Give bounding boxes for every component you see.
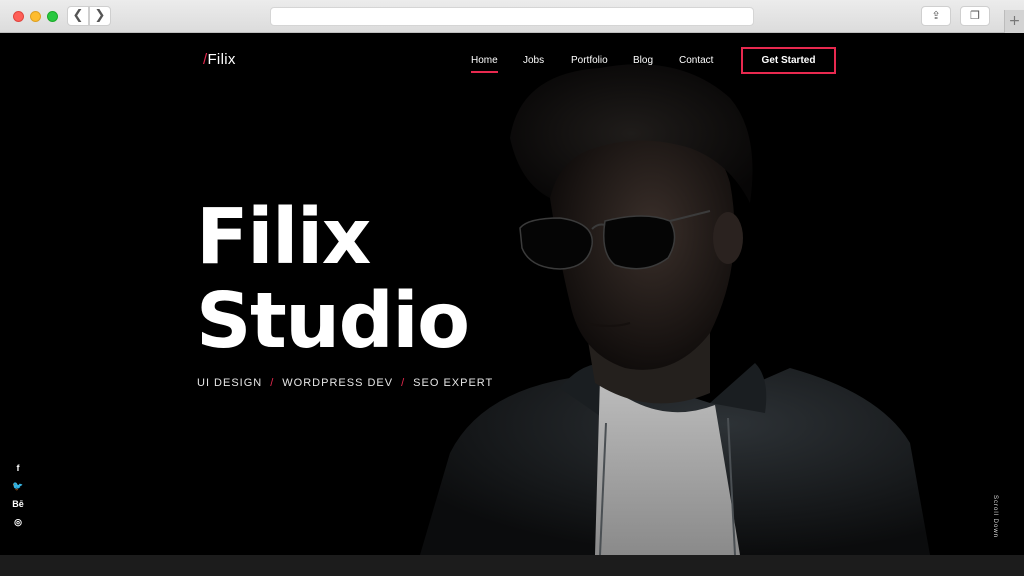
instagram-icon[interactable]: ◎ [12, 517, 24, 528]
tag-separator: / [270, 377, 275, 389]
hero-section: /Filix Home Jobs Portfolio Blog Contact … [0, 33, 1024, 555]
nav-link-home[interactable]: Home [471, 55, 498, 73]
nav-link-jobs[interactable]: Jobs [523, 55, 544, 66]
maximize-window-button[interactable] [47, 11, 58, 22]
tag-separator: / [401, 377, 406, 389]
nav-link-contact[interactable]: Contact [679, 55, 713, 66]
next-section-preview: ​ [0, 555, 1024, 576]
twitter-icon[interactable]: 🐦 [12, 481, 24, 492]
hero-title-line1: Filix [196, 193, 371, 282]
site-logo[interactable]: /Filix [203, 51, 236, 68]
behance-icon[interactable]: Bē [12, 499, 24, 509]
plus-icon: + [1008, 13, 1021, 29]
logo-text: Filix [207, 51, 236, 68]
get-started-button[interactable]: Get Started [741, 47, 836, 74]
chevron-left-icon: ❮ [72, 8, 84, 23]
chevron-right-icon: ❯ [94, 8, 106, 23]
tabs-overview-button[interactable]: ❐ [960, 6, 990, 26]
browser-toolbar: ❮ ❯ ⇪ ❐ + [0, 0, 1024, 33]
service-tag: SEO EXPERT [413, 377, 494, 389]
service-tag: WORDPRESS DEV [282, 377, 394, 389]
nav-link-blog[interactable]: Blog [633, 55, 653, 66]
minimize-window-button[interactable] [30, 11, 41, 22]
back-button[interactable]: ❮ [67, 6, 89, 26]
new-tab-button[interactable]: + [1004, 10, 1024, 33]
close-window-button[interactable] [13, 11, 24, 22]
scroll-down-indicator[interactable]: Scroll Down [992, 495, 998, 538]
nav-link-portfolio[interactable]: Portfolio [571, 55, 608, 66]
share-icon: ⇪ [931, 9, 941, 22]
forward-button[interactable]: ❯ [89, 6, 111, 26]
hero-title-line2: Studio [196, 277, 470, 366]
hero-portrait-image [420, 64, 930, 555]
hero-services: UI DESIGN / WORDPRESS DEV / SEO EXPERT [197, 377, 493, 389]
address-bar[interactable] [270, 7, 754, 26]
tabs-icon: ❐ [970, 9, 980, 22]
share-button[interactable]: ⇪ [921, 6, 951, 26]
facebook-icon[interactable]: f [12, 463, 24, 473]
service-tag: UI DESIGN [197, 377, 263, 389]
